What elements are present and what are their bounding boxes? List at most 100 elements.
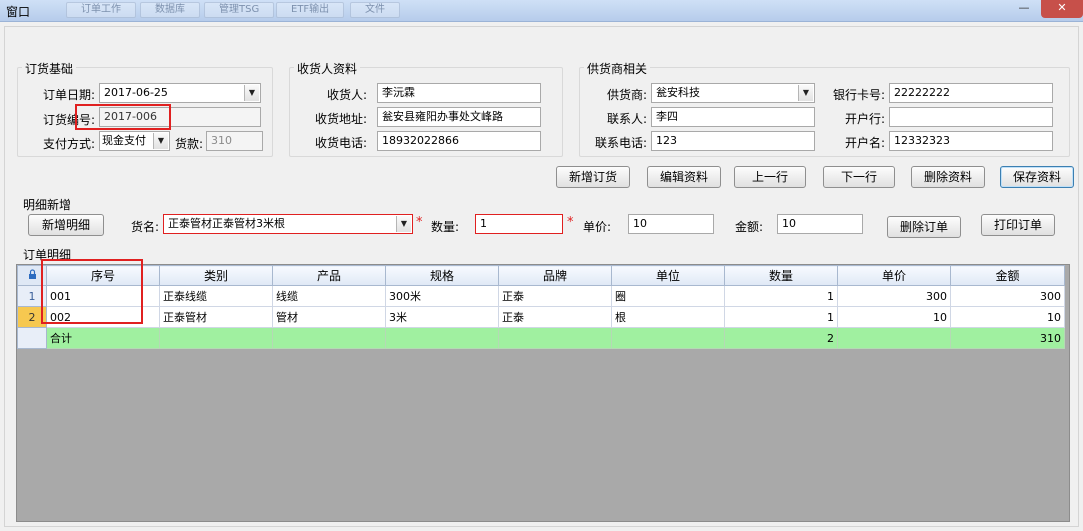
column-header[interactable]: 类别 (159, 265, 273, 286)
table-cell[interactable]: 正泰线缆 (159, 285, 273, 307)
column-header[interactable]: 品牌 (498, 265, 612, 286)
account-name-value: 12332323 (894, 134, 950, 147)
table-cell[interactable]: 10 (837, 306, 951, 328)
price-label: 单价: (582, 220, 611, 234)
column-header[interactable]: 单位 (611, 265, 725, 286)
bg-tab-5: 文件 (350, 2, 400, 18)
pay-method-select[interactable]: 现金支付 ▼ (99, 131, 170, 151)
supplier-phone-field[interactable]: 123 (651, 131, 815, 151)
table-cell[interactable]: 正泰 (498, 285, 612, 307)
table-cell (498, 327, 612, 349)
price-value: 10 (633, 217, 647, 230)
qty-value: 1 (480, 217, 487, 230)
chevron-down-icon[interactable]: ▼ (798, 85, 813, 101)
table-cell[interactable]: 根 (611, 306, 725, 328)
column-header[interactable]: 产品 (272, 265, 386, 286)
table-cell[interactable]: 正泰 (498, 306, 612, 328)
column-header[interactable]: 金额 (950, 265, 1065, 286)
bg-tab-4: ETF输出 (276, 2, 345, 18)
table-row[interactable]: 2 002 正泰管材 管材 3米 正泰 根 1 10 10 (17, 306, 1065, 328)
receiver-address-value: 瓮安县雍阳办事处文峰路 (382, 110, 503, 123)
amount-field: 310 (206, 131, 263, 151)
account-name-field[interactable]: 12332323 (889, 131, 1053, 151)
table-cell[interactable]: 10 (950, 306, 1065, 328)
chevron-down-icon[interactable]: ▼ (153, 133, 168, 149)
delete-record-button[interactable]: 删除资料 (911, 166, 985, 188)
prev-row-button[interactable]: 上一行 (734, 166, 806, 188)
table-row[interactable]: 1 001 正泰线缆 线缆 300米 正泰 圈 1 300 300 (17, 285, 1065, 307)
chevron-down-icon[interactable]: ▼ (396, 216, 411, 232)
contact-field[interactable]: 李四 (651, 107, 815, 127)
minimize-icon[interactable]: — (1010, 0, 1038, 18)
bank-card-field[interactable]: 22222222 (889, 83, 1053, 103)
table-cell[interactable]: 001 (46, 285, 160, 307)
receiver-name-field[interactable]: 李沅霖 (377, 83, 541, 103)
edit-button[interactable]: 编辑资料 (647, 166, 721, 188)
order-date-picker[interactable]: 2017-06-25 ▼ (99, 83, 261, 103)
supplier-label: 供货商: (606, 88, 647, 102)
close-icon[interactable]: ✕ (1041, 0, 1083, 18)
goods-select[interactable]: 正泰管材正泰管材3米根 ▼ (163, 214, 413, 234)
table-cell[interactable]: 300米 (385, 285, 499, 307)
table-cell[interactable]: 正泰管材 (159, 306, 273, 328)
bg-tab-3: 管理TSG (204, 2, 275, 18)
total-label-cell: 合计 (46, 327, 160, 349)
receiver-address-field[interactable]: 瓮安县雍阳办事处文峰路 (377, 107, 541, 127)
table-cell[interactable]: 圈 (611, 285, 725, 307)
contact-label: 联系人: (606, 112, 647, 126)
price-field[interactable]: 10 (628, 214, 714, 234)
total-amount-cell: 310 (950, 327, 1065, 349)
required-asterisk-qty: * (567, 215, 574, 230)
amount-value: 310 (211, 134, 232, 147)
table-cell (837, 327, 951, 349)
qty-field[interactable]: 1 (475, 214, 563, 234)
supplier-value: 瓮安科技 (656, 86, 700, 99)
order-detail-grid: 序号 类别 产品 规格 品牌 单位 数量 单价 金额 1 001 正泰线缆 线缆 (16, 264, 1070, 522)
order-detail-table: 序号 类别 产品 规格 品牌 单位 数量 单价 金额 1 001 正泰线缆 线缆 (17, 265, 1065, 349)
bank-field[interactable] (889, 107, 1053, 127)
bank-card-label: 银行卡号: (832, 88, 885, 102)
chevron-down-icon[interactable]: ▼ (244, 85, 259, 101)
column-header[interactable]: 数量 (724, 265, 838, 286)
total-value: 10 (782, 217, 796, 230)
column-header[interactable]: 规格 (385, 265, 499, 286)
save-button[interactable]: 保存资料 (1000, 166, 1074, 188)
table-cell[interactable]: 管材 (272, 306, 386, 328)
table-cell[interactable]: 3米 (385, 306, 499, 328)
table-cell (159, 327, 273, 349)
row-header[interactable]: 2 (17, 306, 47, 328)
table-cell[interactable]: 300 (837, 285, 951, 307)
account-name-label: 开户名: (844, 136, 885, 150)
receiver-phone-value: 18932022866 (382, 134, 459, 147)
order-no-value: 2017-006 (104, 110, 157, 123)
next-row-button[interactable]: 下一行 (823, 166, 895, 188)
new-order-button[interactable]: 新增订货 (556, 166, 630, 188)
goods-label: 货名: (130, 220, 159, 234)
total-field[interactable]: 10 (777, 214, 863, 234)
row-header[interactable]: 1 (17, 285, 47, 307)
add-detail-button[interactable]: 新增明细 (28, 214, 104, 236)
table-cell (611, 327, 725, 349)
column-header[interactable]: 单价 (837, 265, 951, 286)
bank-label: 开户行: (844, 112, 885, 126)
delete-order-button[interactable]: 删除订单 (887, 216, 961, 238)
table-cell[interactable]: 002 (46, 306, 160, 328)
order-no-field[interactable]: 2017-006 (99, 107, 261, 127)
pay-method-value: 现金支付 (102, 134, 146, 147)
title-bar: 窗口 订单工作 数据库 管理TSG ETF输出 文件 — ✕ (0, 0, 1083, 22)
receiver-name-value: 李沅霖 (382, 86, 415, 99)
required-asterisk-goods: * (416, 215, 423, 230)
table-cell[interactable]: 1 (724, 306, 838, 328)
total-qty-cell: 2 (724, 327, 838, 349)
receiver-phone-field[interactable]: 18932022866 (377, 131, 541, 151)
total-label: 金额: (734, 220, 763, 234)
table-cell (272, 327, 386, 349)
print-order-button[interactable]: 打印订单 (981, 214, 1055, 236)
window-title: 窗口 (6, 5, 31, 19)
table-cell[interactable]: 300 (950, 285, 1065, 307)
receiver-address-label: 收货地址: (314, 112, 367, 126)
column-header[interactable]: 序号 (46, 265, 160, 286)
table-cell[interactable]: 线缆 (272, 285, 386, 307)
supplier-select[interactable]: 瓮安科技 ▼ (651, 83, 815, 103)
table-cell[interactable]: 1 (724, 285, 838, 307)
